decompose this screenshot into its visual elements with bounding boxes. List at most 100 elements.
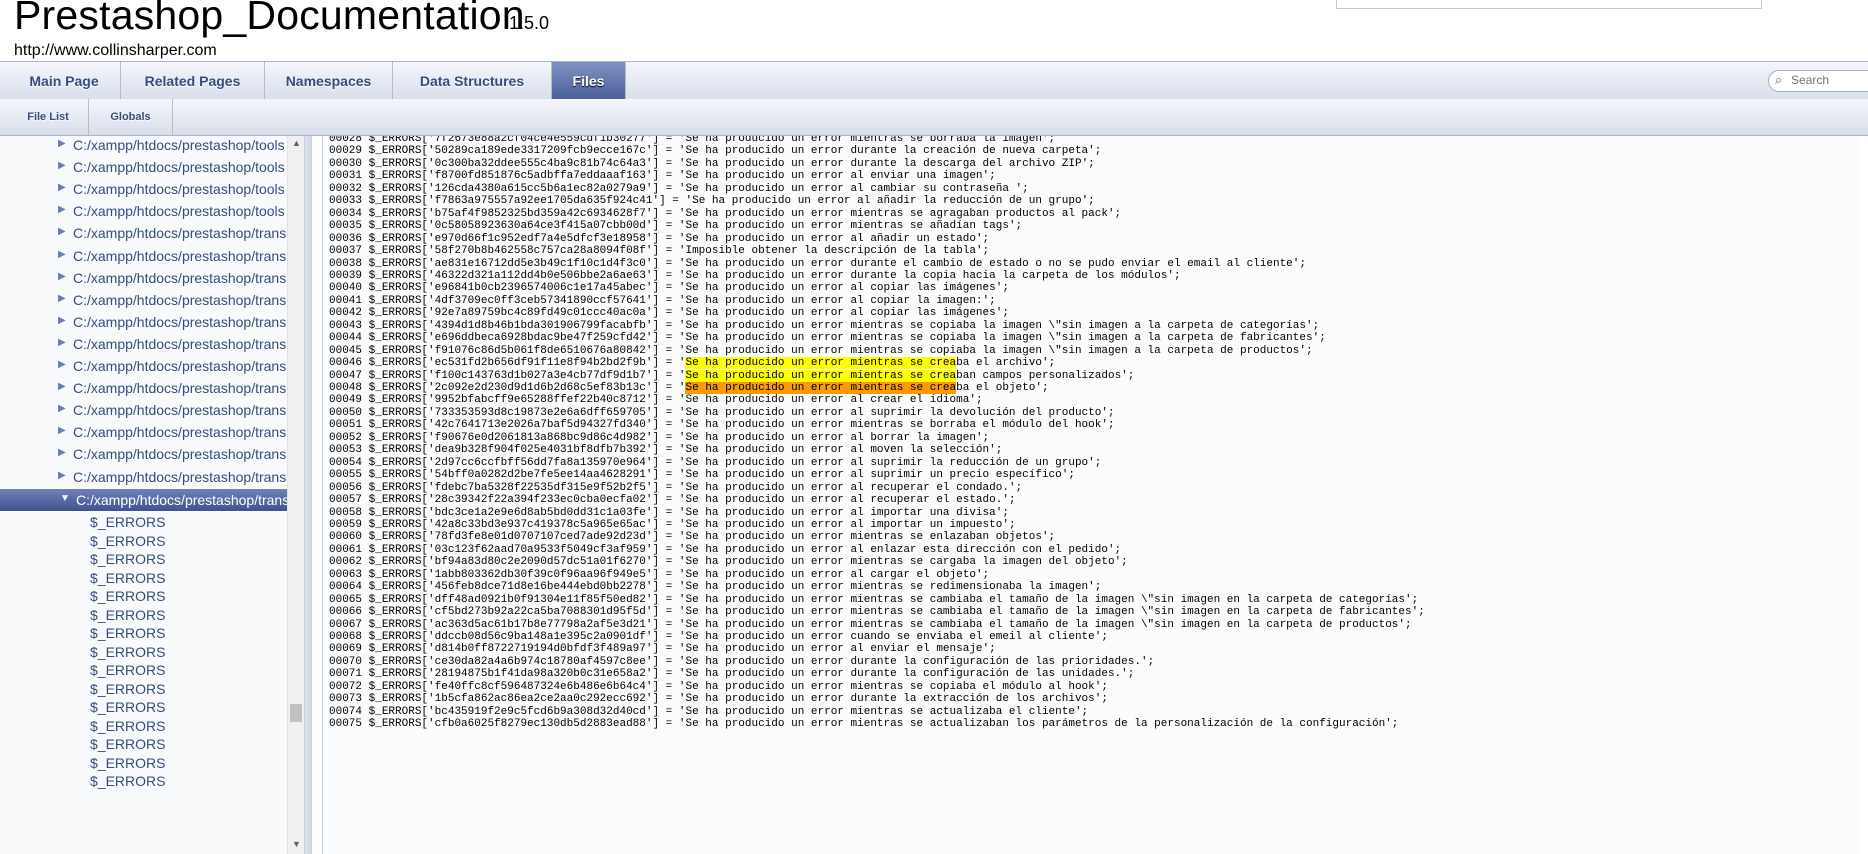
line-number[interactable]: 00067 — [329, 619, 362, 631]
line-number[interactable]: 00037 — [329, 245, 362, 257]
side-nav-scrollbar[interactable]: ▲ ▼ — [287, 136, 305, 854]
line-number[interactable]: 00035 — [329, 220, 362, 232]
line-number[interactable]: 00031 — [329, 170, 362, 182]
tree-item-label[interactable]: $_ERRORS — [90, 773, 165, 789]
line-number[interactable]: 00046 — [329, 357, 362, 369]
line-number[interactable]: 00039 — [329, 270, 362, 282]
magnifier-icon[interactable]: ⌕ — [1775, 72, 1782, 88]
tree-item-path[interactable]: ▶ C:/xampp/htdocs/prestashop/tools — [0, 136, 287, 156]
tree-item-label[interactable]: C:/xampp/htdocs/prestashop/translations — [73, 402, 287, 418]
scroll-thumb[interactable] — [290, 704, 302, 722]
tree-item-path[interactable]: ▶ C:/xampp/htdocs/prestashop/translations — [0, 377, 287, 399]
line-number[interactable]: 00050 — [329, 407, 362, 419]
tree-item-path[interactable]: ▶ C:/xampp/htdocs/prestashop/translations — [0, 399, 287, 421]
expand-arrow-icon[interactable]: ▶ — [58, 337, 66, 348]
expand-arrow-icon[interactable]: ▶ — [58, 226, 66, 237]
tree-item-label[interactable]: C:/xampp/htdocs/prestashop/translations — [73, 446, 287, 462]
line-number[interactable]: 00034 — [329, 208, 362, 220]
tree-item-label[interactable]: C:/xampp/htdocs/prestashop/tools — [73, 137, 285, 153]
line-number[interactable]: 00073 — [329, 693, 362, 705]
tree-item-label[interactable]: $_ERRORS — [90, 681, 165, 697]
scroll-up-icon[interactable]: ▲ — [292, 138, 301, 148]
line-number[interactable]: 00038 — [329, 258, 362, 270]
expand-arrow-icon[interactable]: ▶ — [58, 470, 66, 481]
tree-item-path[interactable]: ▶ C:/xampp/htdocs/prestashop/translations — [0, 245, 287, 267]
line-number[interactable]: 00043 — [329, 320, 362, 332]
line-number[interactable]: 00058 — [329, 507, 362, 519]
tree-item-path[interactable]: ▶ C:/xampp/htdocs/prestashop/tools — [0, 200, 287, 222]
tree-item-path[interactable]: ▶ C:/xampp/htdocs/prestashop/translations — [0, 443, 287, 465]
line-number[interactable]: 00032 — [329, 183, 362, 195]
line-number[interactable]: 00074 — [329, 706, 362, 718]
tree-item-path[interactable]: ▶ C:/xampp/htdocs/prestashop/translations — [0, 466, 287, 488]
line-number[interactable]: 00052 — [329, 432, 362, 444]
line-number[interactable]: 00069 — [329, 643, 362, 655]
tree-item-path[interactable]: ▶ C:/xampp/htdocs/prestashop/translations — [0, 267, 287, 289]
tab-namespaces[interactable]: Namespaces — [265, 62, 393, 100]
expand-arrow-icon[interactable]: ▶ — [58, 249, 66, 260]
tree-item-label[interactable]: $_ERRORS — [90, 514, 165, 530]
line-number[interactable]: 00036 — [329, 233, 362, 245]
tab-file-list[interactable]: File List — [8, 99, 89, 135]
line-number[interactable]: 00064 — [329, 581, 362, 593]
tree-item-label[interactable]: C:/xampp/htdocs/prestashop/translations — [73, 469, 287, 485]
tree-item-label[interactable]: $_ERRORS — [90, 662, 165, 678]
line-number[interactable]: 00042 — [329, 307, 362, 319]
tree-item-path[interactable]: ▶ C:/xampp/htdocs/prestashop/translations — [0, 222, 287, 244]
tree-item-label[interactable]: C:/xampp/htdocs/prestashop/translations — [73, 380, 287, 396]
line-number[interactable]: 00030 — [329, 158, 362, 170]
line-number[interactable]: 00063 — [329, 569, 362, 581]
line-number[interactable]: 00040 — [329, 282, 362, 294]
tree-item-label[interactable]: $_ERRORS — [90, 570, 165, 586]
tab-main-page[interactable]: Main Page — [8, 62, 121, 100]
expand-arrow-icon[interactable]: ▶ — [58, 425, 66, 436]
tree-item-label[interactable]: C:/xampp/htdocs/prestashop/translations — [73, 225, 287, 241]
line-number[interactable]: 00051 — [329, 419, 362, 431]
tab-globals[interactable]: Globals — [89, 99, 173, 135]
tree-item-label[interactable]: $_ERRORS — [90, 551, 165, 567]
tree-item-label[interactable]: $_ERRORS — [90, 644, 165, 660]
tree-item-label[interactable]: C:/xampp/htdocs/prestashop/translations — [73, 358, 287, 374]
tree-item-path[interactable]: ▶ C:/xampp/htdocs/prestashop/tools — [0, 178, 287, 200]
line-number[interactable]: 00060 — [329, 531, 362, 543]
line-number[interactable]: 00070 — [329, 656, 362, 668]
collapse-arrow-icon[interactable]: ▼ — [60, 493, 70, 504]
line-number[interactable]: 00057 — [329, 494, 362, 506]
expand-arrow-icon[interactable]: ▶ — [58, 293, 66, 304]
line-number[interactable]: 00045 — [329, 345, 362, 357]
line-number[interactable]: 00066 — [329, 606, 362, 618]
line-number[interactable]: 00029 — [329, 145, 362, 157]
tree-item-label[interactable]: $_ERRORS — [90, 755, 165, 771]
tree-item-label[interactable]: C:/xampp/htdocs/prestashop/translations — [76, 492, 287, 508]
expand-arrow-icon[interactable]: ▶ — [58, 271, 66, 282]
line-number[interactable]: 00053 — [329, 444, 362, 456]
line-number[interactable]: 00055 — [329, 469, 362, 481]
line-number[interactable]: 00059 — [329, 519, 362, 531]
line-number[interactable]: 00048 — [329, 382, 362, 394]
expand-arrow-icon[interactable]: ▶ — [58, 160, 66, 171]
line-number[interactable]: 00068 — [329, 631, 362, 643]
tree-item-label[interactable]: $_ERRORS — [90, 533, 165, 549]
tree-item-label[interactable]: $_ERRORS — [90, 699, 165, 715]
tree-item-path[interactable]: ▶ C:/xampp/htdocs/prestashop/translations — [0, 421, 287, 443]
tree-item-path[interactable]: ▶ C:/xampp/htdocs/prestashop/translations — [0, 355, 287, 377]
line-number[interactable]: 00047 — [329, 370, 362, 382]
expand-arrow-icon[interactable]: ▶ — [58, 204, 66, 215]
tree-item-label[interactable]: $_ERRORS — [90, 588, 165, 604]
search-input[interactable] — [1791, 72, 1868, 88]
tree-item-label[interactable]: $_ERRORS — [90, 607, 165, 623]
line-number[interactable]: 00044 — [329, 332, 362, 344]
tree-item-selected[interactable]: ▼ C:/xampp/htdocs/prestashop/translations — [0, 488, 287, 511]
tree-item-path[interactable]: ▶ C:/xampp/htdocs/prestashop/translations — [0, 311, 287, 333]
tree-item-label[interactable]: $_ERRORS — [90, 718, 165, 734]
line-number[interactable]: 00072 — [329, 681, 362, 693]
tree-item-label[interactable]: $_ERRORS — [90, 736, 165, 752]
line-number[interactable]: 00061 — [329, 544, 362, 556]
expand-arrow-icon[interactable]: ▶ — [58, 359, 66, 370]
line-number[interactable]: 00056 — [329, 482, 362, 494]
tree-item-label[interactable]: C:/xampp/htdocs/prestashop/tools — [73, 159, 285, 175]
expand-arrow-icon[interactable]: ▶ — [58, 403, 66, 414]
line-number[interactable]: 00033 — [329, 195, 362, 207]
expand-arrow-icon[interactable]: ▶ — [58, 182, 66, 193]
tree-item-label[interactable]: C:/xampp/htdocs/prestashop/translations — [73, 424, 287, 440]
